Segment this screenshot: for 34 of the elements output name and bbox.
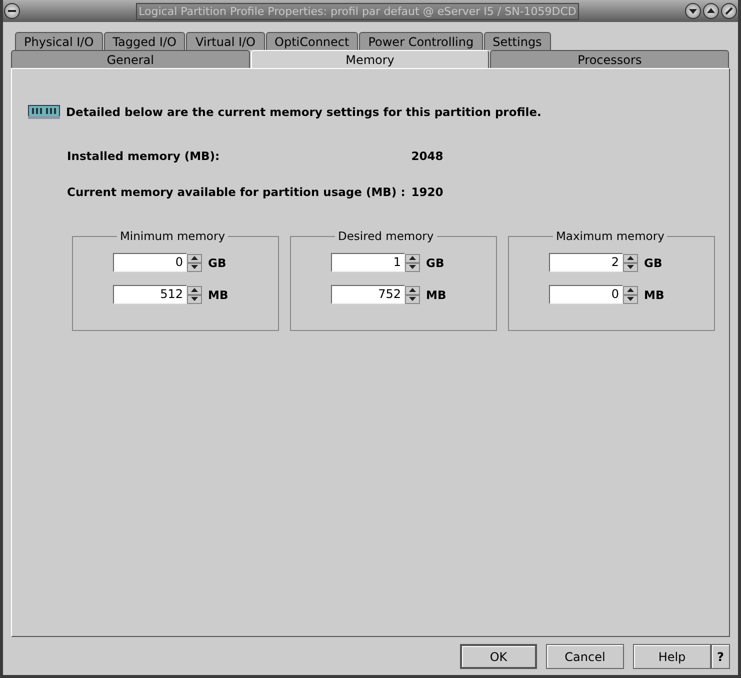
help-button[interactable]: ? [711,644,730,669]
tab[interactable]: Power Controlling [359,32,483,50]
info-value: 2048 [411,149,444,163]
spinner-field[interactable]: 512 [113,285,187,304]
spinner-field[interactable]: 0 [113,253,187,272]
tab[interactable]: Physical I/O [15,32,103,50]
group-title: Maximum memory [555,229,666,243]
unit-label: GB [208,256,226,270]
tab[interactable]: Tagged I/O [104,32,186,50]
unit-label: MB [644,288,664,302]
dialog-button[interactable]: OK [460,644,537,669]
tab[interactable]: Processors [490,50,730,68]
info-value: 1920 [411,185,444,199]
tab[interactable]: Virtual I/O [186,32,264,50]
info-label: Installed memory (MB): [67,149,221,163]
intro-text: Detailed below are the current memory settings for this partition profile. [66,105,542,119]
group-title: Minimum memory [119,229,226,243]
spinner-field[interactable]: 0 [549,285,623,304]
tab[interactable]: General [11,50,250,68]
info-label: Current memory available for partition usage (MB) : [67,185,406,199]
dialog-button[interactable]: Cancel [546,644,624,669]
group-title: Desired memory [337,229,435,243]
spinner-field[interactable]: 752 [331,285,405,304]
tab[interactable]: Memory [250,50,490,68]
dialog-button[interactable]: Help [633,644,711,669]
tab[interactable]: Settings [484,32,551,50]
unit-label: MB [208,288,228,302]
unit-label: GB [644,256,662,270]
tab[interactable]: OptiConnect [266,32,358,50]
unit-label: GB [426,256,444,270]
spinner-field[interactable]: 2 [549,253,623,272]
unit-label: MB [426,288,446,302]
window-title: Logical Partition Profile Properties: profil par defaut @ eServer I5 / SN-1059DCD [136,2,579,20]
spinner-field[interactable]: 1 [331,253,405,272]
